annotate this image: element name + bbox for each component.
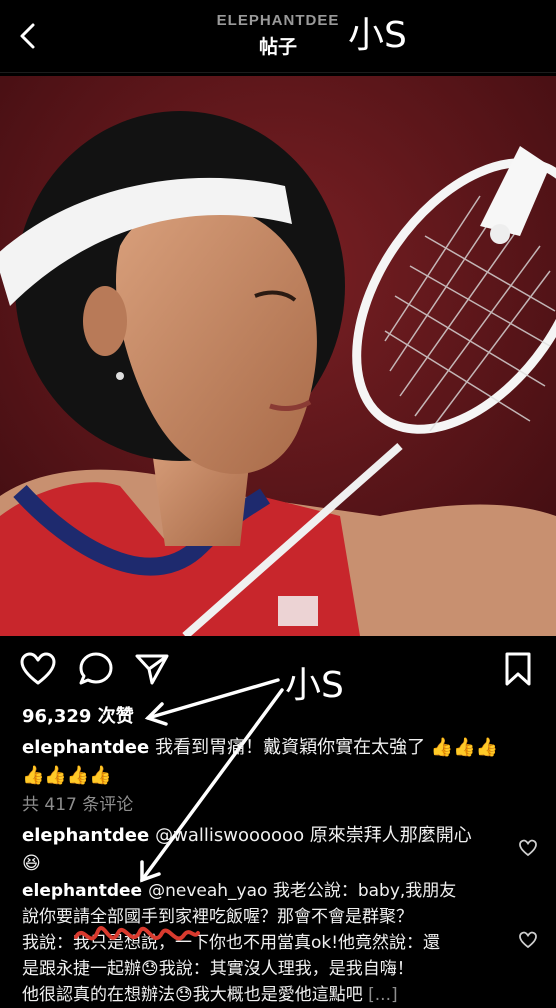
caption-username[interactable]: elephantdee <box>22 737 149 758</box>
red-scribble-redaction <box>74 926 200 941</box>
header-username[interactable]: ELEPHANTDEE <box>0 12 556 29</box>
comment-line: 他很認真的在想辦法😓我大概也是愛他這點吧 <box>22 985 363 1005</box>
comment-like-button[interactable] <box>518 838 538 858</box>
save-button[interactable] <box>498 649 538 689</box>
comment-text: @walliswoooooo 原來崇拜人那麼開心 <box>155 825 472 846</box>
header-divider <box>0 72 556 73</box>
heart-icon <box>519 931 537 949</box>
handwritten-annotation-mid: 小S <box>285 665 344 706</box>
comment-icon <box>79 652 113 685</box>
like-button[interactable] <box>18 649 58 689</box>
handwritten-annotation-top: 小S <box>348 15 407 56</box>
post-caption: elephantdee 我看到胃痛！戴資穎你實在太強了 👍👍👍👍👍👍👍 <box>22 734 512 790</box>
comment-line: 是跟永捷一起辦😓我說：其實沒人理我，是我自嗨！ <box>22 959 414 979</box>
comment-button[interactable] <box>76 649 116 689</box>
laughing-face-icon: 😆 <box>22 853 41 874</box>
comment-line: @neveah_yao 我老公說：baby,我朋友 <box>148 881 457 901</box>
comment-username[interactable]: elephantdee <box>22 881 142 901</box>
view-all-comments-link[interactable]: 共 417 条评论 <box>22 790 133 815</box>
post-action-bar <box>0 645 556 693</box>
likes-count[interactable]: 96,329 次赞 <box>22 702 134 728</box>
bookmark-icon <box>505 652 531 686</box>
more-link[interactable]: [...] <box>368 985 397 1005</box>
share-button[interactable] <box>132 649 172 689</box>
heart-icon <box>20 652 56 685</box>
caption-text: 我看到胃痛！戴資穎你實在太強了 <box>155 737 426 758</box>
comment-username[interactable]: elephantdee <box>22 825 149 846</box>
badminton-player-illustration <box>0 76 556 636</box>
share-icon <box>135 654 169 685</box>
post-photo[interactable] <box>0 76 556 636</box>
heart-icon <box>519 839 537 857</box>
comment-item: elephantdee @walliswoooooo 原來崇拜人那麼開心 😆 <box>22 822 512 878</box>
page-title: 帖子 <box>258 36 297 58</box>
comment-like-button[interactable] <box>518 930 538 950</box>
post-header: ELEPHANTDEE 帖子 小S <box>0 0 556 72</box>
